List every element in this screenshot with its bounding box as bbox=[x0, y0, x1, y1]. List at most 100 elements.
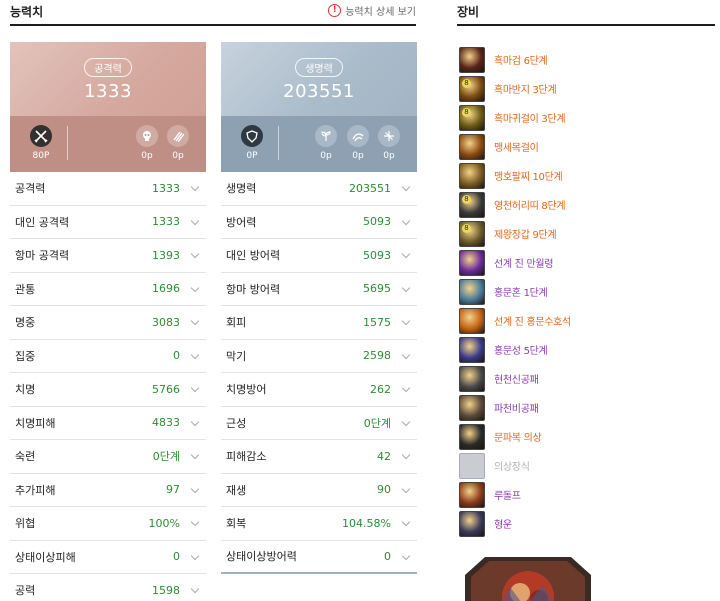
equipment-item[interactable]: 선계 진 만월령 bbox=[459, 248, 709, 277]
equipment-name[interactable]: 루돌프 bbox=[494, 487, 521, 502]
stat-row[interactable]: 상태이상방어력 0 bbox=[221, 541, 417, 574]
stat-row[interactable]: 숙련 0단계 bbox=[10, 440, 206, 474]
stat-detail-link[interactable]: ! 능력치 상세 보기 bbox=[328, 3, 416, 18]
equipment-item[interactable]: 의상장식 bbox=[459, 451, 709, 480]
chevron-down-icon[interactable] bbox=[190, 249, 200, 259]
sparkle-icon[interactable] bbox=[378, 125, 400, 147]
chevron-down-icon[interactable] bbox=[190, 216, 200, 225]
sprout-icon[interactable] bbox=[315, 125, 337, 147]
equipment-item[interactable]: 맹호팔찌 10단계 bbox=[459, 161, 709, 190]
equipment-item[interactable]: 8 영천허리띠 8단계 bbox=[459, 190, 709, 219]
equipment-item[interactable]: 흑마검 6단계 bbox=[459, 45, 709, 74]
stat-row[interactable]: 막기 2598 bbox=[221, 340, 417, 373]
chevron-down-icon[interactable] bbox=[401, 484, 411, 493]
equipment-name[interactable]: 의상장식 bbox=[494, 458, 530, 473]
chevron-down-icon[interactable] bbox=[190, 551, 200, 560]
equipment-name[interactable]: 홍문혼 1단계 bbox=[494, 284, 548, 299]
stat-row[interactable]: 방어력 5093 bbox=[221, 206, 417, 239]
shield-icon[interactable] bbox=[241, 125, 263, 147]
chevron-down-icon[interactable] bbox=[401, 283, 411, 292]
equipment-name[interactable]: 흑마반지 3단계 bbox=[494, 81, 557, 96]
stat-row[interactable]: 추가피해 97 bbox=[10, 474, 206, 507]
stat-row[interactable]: 생명력 203551 bbox=[221, 172, 417, 206]
equipment-name[interactable]: 형운 bbox=[494, 516, 512, 531]
equipment-name[interactable]: 흑마검 6단계 bbox=[494, 52, 548, 67]
equipment-name[interactable]: 선계 진 홍문수호석 bbox=[494, 313, 571, 328]
stat-row[interactable]: 근성 0단계 bbox=[221, 407, 417, 440]
stat-row[interactable]: 공격력 1333 bbox=[10, 172, 206, 206]
equipment-item[interactable]: 홍문혼 1단계 bbox=[459, 277, 709, 306]
stat-row[interactable]: 회피 1575 bbox=[221, 306, 417, 340]
chevron-down-icon[interactable] bbox=[401, 517, 411, 527]
equipment-name[interactable]: 흑마귀걸이 3단계 bbox=[494, 110, 566, 125]
stat-row[interactable]: 대인 방어력 5093 bbox=[221, 239, 417, 273]
equipment-item[interactable]: 8 흑마반지 3단계 bbox=[459, 74, 709, 103]
stat-row[interactable]: 관통 1696 bbox=[10, 273, 206, 306]
equipment-item[interactable]: 문파복 의상 bbox=[459, 422, 709, 451]
guard-stone-icon bbox=[459, 307, 485, 334]
chevron-down-icon[interactable] bbox=[190, 417, 200, 426]
chevron-down-icon[interactable] bbox=[401, 383, 411, 393]
chevron-down-icon[interactable] bbox=[401, 316, 411, 326]
equipment-item[interactable]: 파천비공패 bbox=[459, 393, 709, 422]
stat-row[interactable]: 집중 0 bbox=[10, 340, 206, 373]
equipment-item[interactable]: 형운 bbox=[459, 509, 709, 538]
chevron-down-icon[interactable] bbox=[190, 584, 200, 594]
equipment-item[interactable]: 8 제왕장갑 9단계 bbox=[459, 219, 709, 248]
equipment-item[interactable]: 8 흑마귀걸이 3단계 bbox=[459, 103, 709, 132]
stat-row[interactable]: 재생 90 bbox=[221, 474, 417, 507]
stat-row[interactable]: 항마 공격력 1393 bbox=[10, 239, 206, 273]
stat-label: 관통 bbox=[15, 282, 36, 296]
card-divider bbox=[67, 126, 68, 160]
stat-row[interactable]: 명중 3083 bbox=[10, 306, 206, 340]
dash-icon[interactable] bbox=[347, 125, 369, 147]
grade-badge: 8 bbox=[462, 107, 471, 117]
chevron-down-icon[interactable] bbox=[401, 417, 411, 426]
grade-badge: 8 bbox=[462, 223, 471, 233]
chevron-down-icon[interactable] bbox=[401, 182, 411, 192]
chevron-down-icon[interactable] bbox=[401, 450, 411, 460]
equipment-item[interactable]: 홍문성 5단계 bbox=[459, 335, 709, 364]
equipment-item[interactable]: 현천신공패 bbox=[459, 364, 709, 393]
star-icon bbox=[459, 336, 485, 363]
skull-icon[interactable] bbox=[136, 125, 158, 147]
equipment-name[interactable]: 영천허리띠 8단계 bbox=[494, 197, 566, 212]
stat-row[interactable]: 피해감소 42 bbox=[221, 440, 417, 474]
stat-label: 치명 bbox=[15, 383, 36, 397]
stat-row[interactable]: 항마 방어력 5695 bbox=[221, 273, 417, 306]
equipment-name[interactable]: 선계 진 만월령 bbox=[494, 255, 553, 270]
chevron-down-icon[interactable] bbox=[401, 551, 411, 560]
chevron-down-icon[interactable] bbox=[401, 216, 411, 225]
stat-row[interactable]: 상태이상피해 0 bbox=[10, 541, 206, 574]
chevron-down-icon[interactable] bbox=[190, 450, 200, 460]
equipment-name[interactable]: 홍문성 5단계 bbox=[494, 342, 548, 357]
equipment-item[interactable]: 맹세목걸이 bbox=[459, 132, 709, 161]
equipment-name[interactable]: 문파복 의상 bbox=[494, 429, 542, 444]
stat-row[interactable]: 대인 공격력 1333 bbox=[10, 206, 206, 239]
crossed-swords-icon[interactable] bbox=[30, 125, 52, 147]
chevron-down-icon[interactable] bbox=[190, 484, 200, 493]
equipment-name[interactable]: 제왕장갑 9단계 bbox=[494, 226, 557, 241]
stat-row[interactable]: 공력 1598 bbox=[10, 574, 206, 601]
chevron-down-icon[interactable] bbox=[190, 283, 200, 292]
chevron-down-icon[interactable] bbox=[401, 350, 411, 359]
equipment-name[interactable]: 파천비공패 bbox=[494, 400, 539, 415]
equipment-item[interactable]: 선계 진 홍문수호석 bbox=[459, 306, 709, 335]
chevron-down-icon[interactable] bbox=[190, 383, 200, 393]
equipment-name[interactable]: 현천신공패 bbox=[494, 371, 539, 386]
stat-row[interactable]: 치명방어 262 bbox=[221, 373, 417, 407]
stat-label: 공격력 bbox=[15, 182, 46, 196]
chevron-down-icon[interactable] bbox=[190, 350, 200, 359]
stat-row[interactable]: 치명 5766 bbox=[10, 373, 206, 407]
equipment-name[interactable]: 맹세목걸이 bbox=[494, 139, 539, 154]
stat-row[interactable]: 위협 100% bbox=[10, 507, 206, 541]
stat-row[interactable]: 치명피해 4833 bbox=[10, 407, 206, 440]
stat-row[interactable]: 회복 104.58% bbox=[221, 507, 417, 541]
claw-icon[interactable] bbox=[167, 125, 189, 147]
equipment-name[interactable]: 맹호팔찌 10단계 bbox=[494, 168, 563, 183]
chevron-down-icon[interactable] bbox=[190, 517, 200, 527]
chevron-down-icon[interactable] bbox=[401, 249, 411, 259]
chevron-down-icon[interactable] bbox=[190, 316, 200, 326]
chevron-down-icon[interactable] bbox=[190, 182, 200, 192]
equipment-item[interactable]: 루돌프 bbox=[459, 480, 709, 509]
